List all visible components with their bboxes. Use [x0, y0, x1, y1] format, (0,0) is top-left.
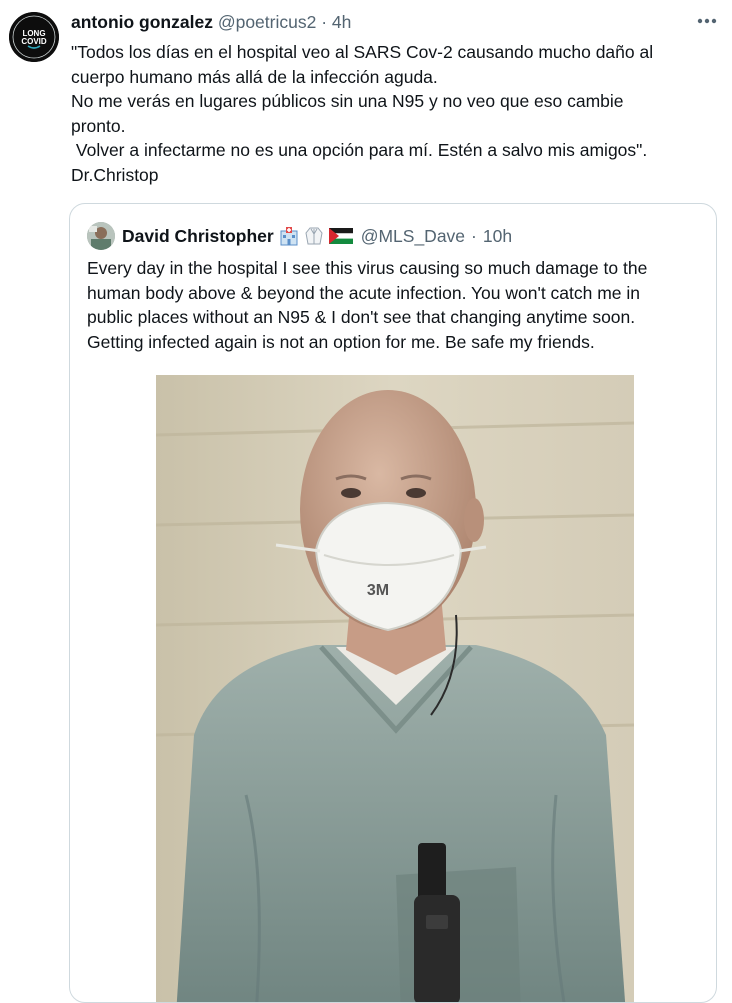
hospital-emoji: [279, 226, 299, 246]
quoted-tweet-card[interactable]: David Christopher @MLS_Dave · 10h Every …: [69, 203, 717, 1003]
long-covid-logo: LONG COVID: [9, 12, 59, 62]
quoted-tweet-header: David Christopher @MLS_Dave · 10h: [122, 224, 512, 248]
tweet-time[interactable]: 4h: [332, 12, 351, 32]
quoted-author-handle[interactable]: @MLS_Dave: [361, 224, 465, 248]
quoted-tweet-time[interactable]: 10h: [483, 224, 512, 248]
quoted-tweet-text: Every day in the hospital I see this vir…: [87, 258, 648, 352]
quoted-tweet-photo[interactable]: 3M: [156, 375, 634, 1002]
author-avatar[interactable]: LONG COVID: [9, 12, 59, 62]
svg-text:3M: 3M: [367, 582, 389, 599]
tweet-header: antonio gonzalez @poetricus2 · 4h: [71, 10, 351, 34]
lab-coat-emoji: [304, 226, 324, 246]
quoted-avatar-image: [87, 222, 115, 250]
author-handle[interactable]: @poetricus2: [218, 12, 317, 32]
author-name[interactable]: antonio gonzalez: [71, 12, 213, 32]
tweet-text: "Todos los días en el hospital veo al SA…: [71, 42, 654, 185]
palestine-flag-emoji: [328, 228, 353, 244]
quoted-author-avatar[interactable]: [87, 222, 115, 250]
man-in-n95-mask-image: 3M: [156, 375, 634, 1002]
separator-dot: ·: [321, 12, 332, 32]
svg-text:COVID: COVID: [21, 37, 47, 46]
tweet: LONG COVID antonio gonzalez @poetricus2 …: [0, 0, 732, 1003]
more-dots-icon: [697, 18, 717, 24]
separator-dot: ·: [471, 226, 477, 246]
quoted-author-name[interactable]: David Christopher: [122, 224, 274, 248]
more-options-button[interactable]: [690, 8, 724, 34]
